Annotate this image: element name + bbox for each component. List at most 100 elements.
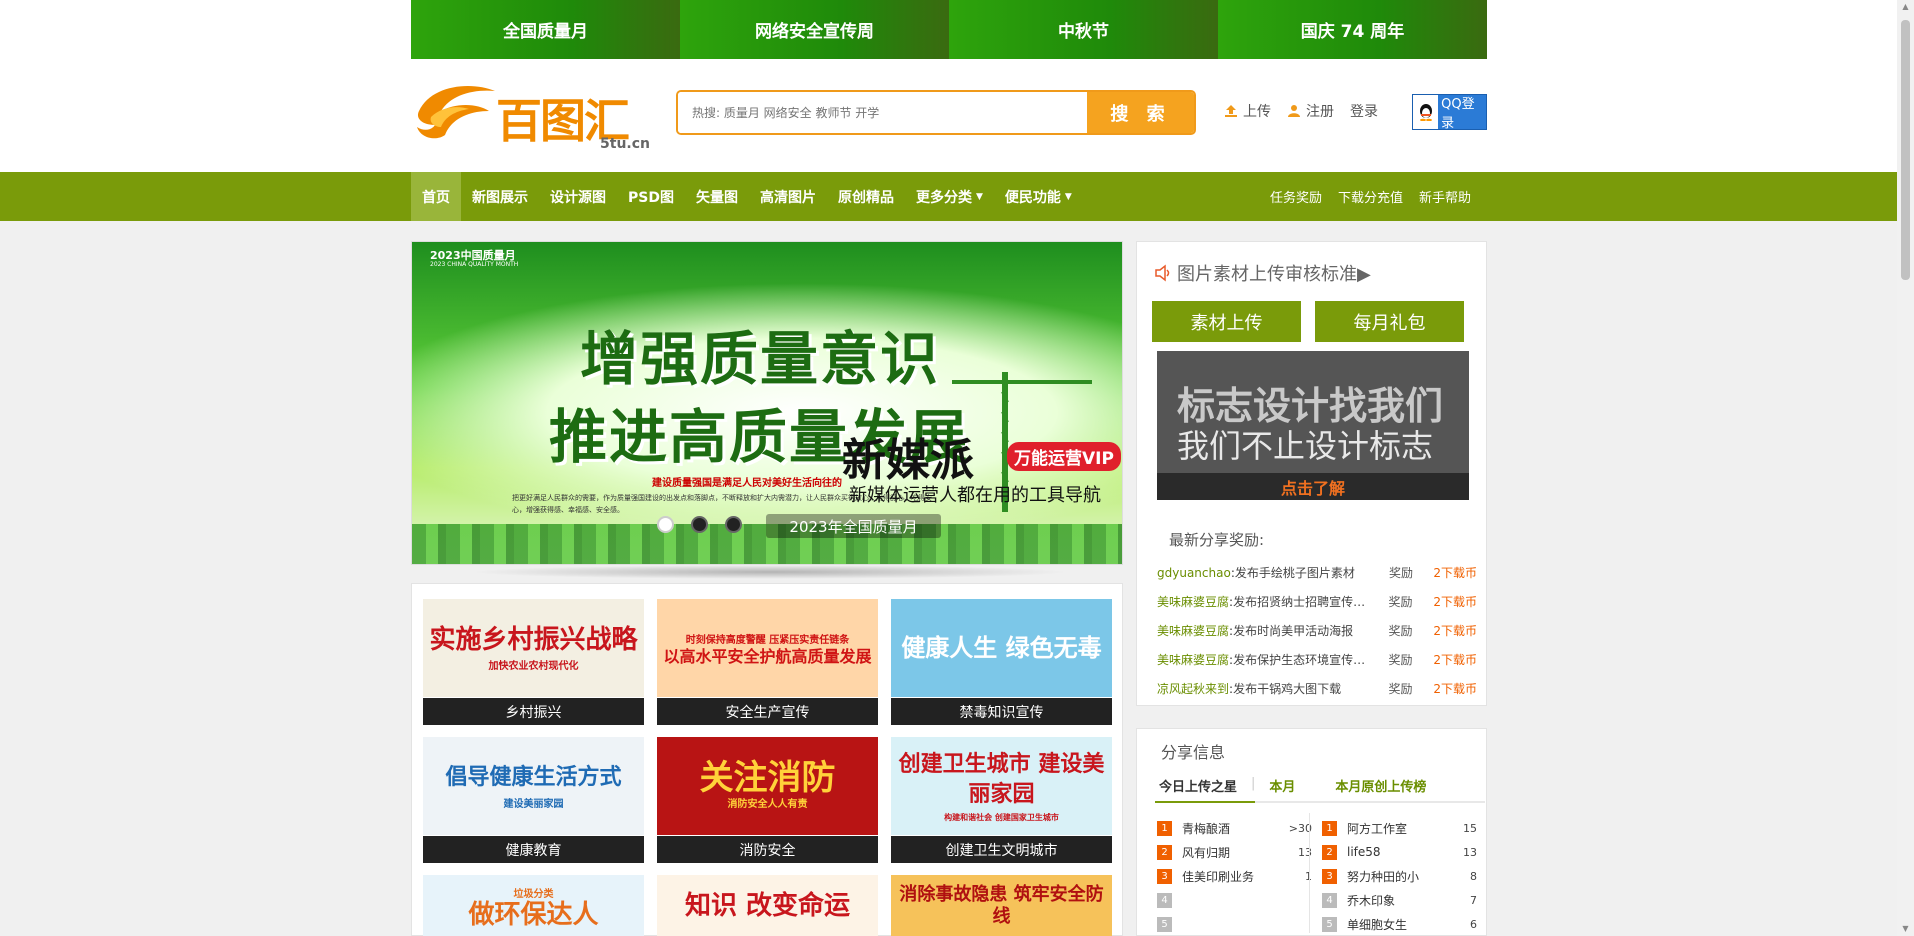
logo-design-ad[interactable]: 标志设计找我们 我们不止设计标志 点击了解 (1157, 351, 1469, 500)
thumb-card[interactable]: 时刻保持高度警醒 压紧压实责任链条 以高水平安全护航高质量发展 安全生产宣传 (657, 599, 878, 725)
nav-item-hd-images[interactable]: 高清图片 (749, 172, 827, 221)
banner-subheadline: 建设质量强国是满足人民对美好生活向往的 (652, 478, 842, 489)
list-item[interactable]: 5 单细胞女生 6 (1322, 912, 1477, 936)
nav-utilities-label: 便民功能 (1004, 189, 1061, 206)
nav-item-psd[interactable]: PSD图 (617, 172, 685, 221)
thumb-card[interactable]: 健康人生 绿色无毒 禁毒知识宣传 (891, 599, 1112, 725)
rewards-heading: 最新分享奖励: (1169, 531, 1265, 549)
scrollbar-thumb[interactable] (1901, 20, 1910, 280)
list-item[interactable]: 美味麻婆豆腐: 发布保护生态环境宣传… 奖励 2下载币 (1157, 645, 1477, 674)
thumb-card[interactable]: 关注消防 消防安全人人有责 消防安全 (657, 737, 878, 863)
reward-action[interactable]: 发布时尚美甲活动海报 (1233, 622, 1365, 639)
nav-item-more-categories[interactable]: 更多分类 ▼ (905, 172, 994, 221)
thumb-card[interactable]: 创建卫生城市 建设美丽家园 构建和谐社会 创建国家卫生城市 创建卫生文明城市 (891, 737, 1112, 863)
thumb-card[interactable]: 倡导健康生活方式 建设美丽家园 健康教育 (423, 737, 644, 863)
upload-link[interactable]: 上传 (1224, 101, 1271, 121)
list-item[interactable]: 美味麻婆豆腐: 发布招贤纳士招聘宣传… 奖励 2下载币 (1157, 587, 1477, 616)
list-item[interactable]: 1 阿方工作室 15 (1322, 816, 1477, 840)
list-item[interactable]: gdyuanchao: 发布手绘桃子图片素材 奖励 2下载币 (1157, 558, 1477, 587)
thumb-card[interactable]: 垃圾分类 做环保达人 (423, 875, 644, 936)
scroll-up-icon[interactable]: ▲ (1901, 3, 1910, 11)
nav-item-utilities[interactable]: 便民功能 ▼ (994, 172, 1083, 221)
reward-action[interactable]: 发布干锅鸡大图下载 (1233, 680, 1365, 697)
nav-item-design-source[interactable]: 设计源图 (539, 172, 617, 221)
list-item[interactable]: 1 青梅酿酒 >30 (1157, 816, 1312, 840)
rank-name[interactable]: 青梅酿酒 (1182, 820, 1286, 837)
nav-item-vector[interactable]: 矢量图 (685, 172, 749, 221)
ad-cta[interactable]: 点击了解 (1157, 473, 1469, 500)
reward-label: 奖励 (1388, 682, 1413, 696)
qq-login-button[interactable]: QQ登录 (1412, 94, 1487, 131)
nav-item-home[interactable]: 首页 (411, 172, 461, 221)
rank-name[interactable]: 阿方工作室 (1347, 820, 1451, 837)
thumb-card[interactable]: 消除事故隐患 筑牢安全防线 (891, 875, 1112, 936)
nav-item-original[interactable]: 原创精品 (827, 172, 905, 221)
nav-help[interactable]: 新手帮助 (1411, 172, 1479, 221)
main-nav: 首页 新图展示 设计源图 PSD图 矢量图 高清图片 原创精品 更多分类 ▼ 便民… (411, 172, 1487, 221)
hero-banner[interactable]: 2023中国质量月 2023 CHINA QUALITY MONTH 增强质量意… (411, 241, 1123, 565)
thumb-image: 知识 改变命运 (657, 875, 878, 936)
scroll-down-icon[interactable]: ▼ (1901, 925, 1910, 933)
search-input[interactable] (678, 92, 1075, 133)
tab-this-month[interactable]: 本月 (1269, 776, 1295, 795)
chevron-down-icon: ▼ (975, 191, 983, 202)
nav-task-rewards[interactable]: 任务奖励 (1262, 172, 1330, 221)
thumb-caption: 健康教育 (423, 836, 644, 863)
slide-dot-1[interactable] (657, 516, 674, 533)
rank-number: 2 (1157, 844, 1172, 860)
list-item: 5 (1157, 912, 1312, 936)
thumb-card[interactable]: 实施乡村振兴战略 加快农业农村现代化 乡村振兴 (423, 599, 644, 725)
rank-name[interactable]: life58 (1347, 845, 1451, 859)
monthly-rank-list: 1 阿方工作室 15 2 life58 13 3 努力种田的小 8 4 乔木印象 7 5 单细胞女… (1322, 816, 1477, 936)
rank-name[interactable]: 乔木印象 (1347, 892, 1451, 909)
search-button[interactable]: 搜 索 (1087, 92, 1194, 133)
reward-user[interactable]: 美味麻婆豆腐 (1157, 593, 1229, 610)
reward-action[interactable]: 发布手绘桃子图片素材 (1235, 564, 1366, 581)
tab-today-star[interactable]: 今日上传之星 (1159, 776, 1237, 795)
list-item[interactable]: 4 乔木印象 7 (1322, 888, 1477, 912)
nav-recharge[interactable]: 下载分充值 (1330, 172, 1411, 221)
rank-name[interactable]: 单细胞女生 (1347, 916, 1451, 933)
slide-dot-3[interactable] (725, 516, 742, 533)
list-item[interactable]: 2 风有归期 13 (1157, 840, 1312, 864)
search-box: 搜 索 (676, 90, 1196, 135)
reward-user[interactable]: 美味麻婆豆腐 (1157, 651, 1229, 668)
thumb-headline: 知识 改变命运 (684, 891, 851, 921)
promo-tab-mid-autumn[interactable]: 中秋节 (949, 0, 1218, 59)
promo-tab-national-day[interactable]: 国庆 74 周年 (1218, 0, 1487, 59)
promo-tab-cyber-security[interactable]: 网络安全宣传周 (680, 0, 949, 59)
reward-action[interactable]: 发布招贤纳士招聘宣传… (1233, 593, 1365, 610)
rank-name[interactable]: 风有归期 (1182, 844, 1286, 861)
thumb-card[interactable]: 知识 改变命运 (657, 875, 878, 936)
page-scrollbar[interactable]: ▲ ▼ (1897, 0, 1914, 936)
reward-user[interactable]: 凉风起秋来到 (1157, 680, 1229, 697)
list-item[interactable]: 3 努力种田的小 8 (1322, 864, 1477, 888)
nav-item-new-images[interactable]: 新图展示 (461, 172, 539, 221)
slide-caption: 2023年全国质量月 (766, 514, 941, 538)
banner-year-sub: 2023 CHINA QUALITY MONTH (430, 261, 519, 268)
reward-user[interactable]: 美味麻婆豆腐 (1157, 622, 1229, 639)
slide-dot-2[interactable] (691, 516, 708, 533)
tab-monthly-original[interactable]: 本月原创上传榜 (1335, 776, 1426, 795)
register-link[interactable]: 注册 (1287, 101, 1334, 121)
qq-login-label: QQ登录 (1441, 97, 1475, 131)
overlay-ad-title[interactable]: 新媒派 (842, 424, 974, 488)
list-item[interactable]: 2 life58 13 (1322, 840, 1477, 864)
overlay-ad-subtitle[interactable]: 新媒体运营人都在用的工具导航 (849, 481, 1101, 507)
reward-action[interactable]: 发布保护生态环境宣传… (1233, 651, 1365, 668)
login-link[interactable]: 登录 (1350, 101, 1378, 121)
overlay-ad-badge[interactable]: 万能运营VIP (1007, 442, 1121, 471)
reward-user[interactable]: gdyuanchao (1157, 566, 1231, 580)
upload-standards-link[interactable]: 图片素材上传审核标准▶ (1153, 260, 1371, 286)
list-item[interactable]: 美味麻婆豆腐: 发布时尚美甲活动海报 奖励 2下载币 (1157, 616, 1477, 645)
rank-name[interactable]: 佳美印刷业务 (1182, 868, 1286, 885)
site-logo[interactable]: 百图汇 5tu.cn (411, 79, 656, 153)
list-item[interactable]: 凉风起秋来到: 发布干锅鸡大图下载 奖励 2下载币 (1157, 674, 1477, 703)
promo-tab-quality-month[interactable]: 全国质量月 (411, 0, 680, 59)
upload-icon (1225, 105, 1237, 117)
list-item[interactable]: 3佳美印刷业务1 (1157, 864, 1312, 888)
rank-name[interactable]: 努力种田的小 (1347, 868, 1451, 885)
material-upload-button[interactable]: 素材上传 (1152, 301, 1301, 342)
share-info-panel: 分享信息 今日上传之星 | 本月 本月原创上传榜 1 青梅酿酒 >30 2 风有归期 1… (1136, 728, 1487, 936)
monthly-gift-button[interactable]: 每月礼包 (1315, 301, 1464, 342)
